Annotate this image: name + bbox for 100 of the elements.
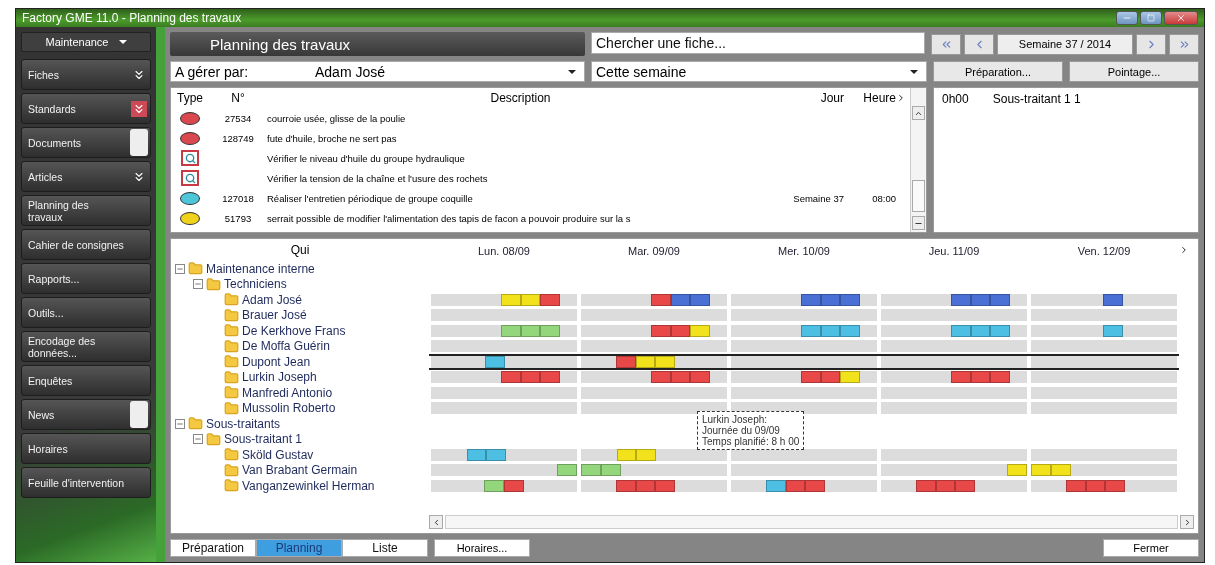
planned-block[interactable] bbox=[935, 479, 955, 492]
planned-block[interactable] bbox=[540, 371, 560, 384]
action-button[interactable]: Préparation... bbox=[933, 61, 1063, 82]
sidebar-item[interactable]: Planning des travaux bbox=[21, 195, 151, 226]
planned-block[interactable] bbox=[990, 371, 1010, 384]
minimize-button[interactable] bbox=[1116, 11, 1138, 25]
view-tab[interactable]: Planning bbox=[256, 539, 342, 557]
resource-row[interactable] bbox=[429, 354, 1179, 370]
collapse-icon[interactable] bbox=[193, 279, 203, 290]
planned-block[interactable] bbox=[916, 479, 936, 492]
planned-block[interactable] bbox=[1085, 479, 1105, 492]
planned-block[interactable] bbox=[670, 371, 690, 384]
tree-item[interactable]: Mussolin Roberto bbox=[242, 401, 336, 416]
scroll-thumb[interactable] bbox=[912, 180, 925, 212]
tree-item[interactable]: Maintenance interne bbox=[206, 261, 315, 276]
sidebar-item[interactable]: Enquêtes bbox=[21, 365, 151, 396]
planned-block[interactable] bbox=[635, 355, 655, 368]
planned-block[interactable] bbox=[485, 355, 505, 368]
planned-block[interactable] bbox=[955, 479, 975, 492]
manager-dropdown[interactable]: A gérer par: Adam José bbox=[170, 61, 585, 82]
close-window-button[interactable]: Fermer bbox=[1103, 539, 1199, 557]
planned-block[interactable] bbox=[820, 293, 840, 306]
tree-item[interactable]: Lurkin Joseph bbox=[242, 370, 317, 385]
tree-item[interactable]: Brauer José bbox=[242, 308, 307, 323]
sidebar-item[interactable]: Fiches bbox=[21, 59, 151, 90]
planned-block[interactable] bbox=[504, 479, 524, 492]
planned-block[interactable] bbox=[951, 371, 971, 384]
planned-block[interactable] bbox=[520, 371, 540, 384]
planned-block[interactable] bbox=[840, 293, 860, 306]
tree-item[interactable]: Vanganzewinkel Herman bbox=[242, 478, 375, 493]
planned-block[interactable] bbox=[801, 293, 821, 306]
scroll-right-icon[interactable] bbox=[1180, 515, 1194, 529]
planned-block[interactable] bbox=[635, 479, 655, 492]
tree-item[interactable]: De Moffa Guérin bbox=[242, 339, 330, 354]
tree-item[interactable]: De Kerkhove Frans bbox=[242, 323, 346, 338]
close-button[interactable] bbox=[1164, 11, 1198, 25]
planned-block[interactable] bbox=[501, 371, 521, 384]
sidebar-item[interactable]: Outils... bbox=[21, 297, 151, 328]
previous-week-button[interactable] bbox=[964, 33, 994, 55]
planned-block[interactable] bbox=[655, 479, 675, 492]
search-field[interactable]: Chercher une fiche... bbox=[591, 32, 925, 54]
planned-block[interactable] bbox=[951, 293, 971, 306]
view-tab[interactable]: Préparation bbox=[170, 539, 256, 557]
sidebar-item[interactable]: Horaires bbox=[21, 433, 151, 464]
resource-row[interactable] bbox=[429, 478, 1179, 494]
sidebar-item[interactable]: Cahier de consignes bbox=[21, 229, 151, 260]
next-week-button[interactable] bbox=[1136, 33, 1166, 55]
collapse-icon[interactable] bbox=[175, 263, 185, 274]
scroll-up-icon[interactable] bbox=[912, 106, 925, 120]
planned-block[interactable] bbox=[785, 479, 805, 492]
planned-block[interactable] bbox=[540, 293, 560, 306]
action-button[interactable]: Pointage... bbox=[1069, 61, 1199, 82]
planned-block[interactable] bbox=[1066, 479, 1086, 492]
tree-item[interactable]: Sous-traitant 1 bbox=[224, 432, 303, 447]
sidebar-item[interactable]: Articles bbox=[21, 161, 151, 192]
tree-item[interactable]: Manfredi Antonio bbox=[242, 385, 333, 400]
maximize-button[interactable] bbox=[1140, 11, 1162, 25]
sidebar-item[interactable]: Encodage des données... bbox=[21, 331, 151, 362]
sidebar-item[interactable]: Feuille d'intervention bbox=[21, 467, 151, 498]
planned-block[interactable] bbox=[820, 371, 840, 384]
planned-block[interactable] bbox=[651, 293, 671, 306]
view-tab[interactable]: Liste bbox=[342, 539, 428, 557]
tree-item[interactable]: Adam José bbox=[242, 292, 303, 307]
planned-block[interactable] bbox=[616, 479, 636, 492]
planned-block[interactable] bbox=[655, 355, 675, 368]
scrollbar[interactable] bbox=[910, 88, 926, 232]
planned-block[interactable] bbox=[690, 371, 710, 384]
planned-block[interactable] bbox=[651, 371, 671, 384]
resource-row[interactable] bbox=[429, 369, 1179, 385]
planned-block[interactable] bbox=[805, 479, 825, 492]
tree-item[interactable]: Dupont Jean bbox=[242, 354, 311, 369]
first-week-button[interactable] bbox=[931, 33, 961, 55]
sidebar-item[interactable]: Rapports... bbox=[21, 263, 151, 294]
horizontal-scrollbar[interactable] bbox=[445, 515, 1178, 529]
planned-block[interactable] bbox=[801, 371, 821, 384]
planned-block[interactable] bbox=[670, 293, 690, 306]
resource-row[interactable] bbox=[429, 292, 1179, 308]
tree-item[interactable]: Sous-traitants bbox=[206, 416, 281, 431]
planned-block[interactable] bbox=[970, 371, 990, 384]
planned-block[interactable] bbox=[690, 293, 710, 306]
module-dropdown[interactable]: Maintenance bbox=[21, 32, 151, 52]
scroll-left-icon[interactable] bbox=[429, 515, 443, 529]
period-dropdown[interactable]: Cette semaine bbox=[591, 61, 927, 82]
scroll-down-icon[interactable] bbox=[912, 216, 925, 230]
last-week-button[interactable] bbox=[1169, 33, 1199, 55]
planned-block[interactable] bbox=[990, 293, 1010, 306]
collapse-icon[interactable] bbox=[193, 434, 203, 445]
sidebar-item[interactable]: News bbox=[21, 399, 151, 430]
tree-item[interactable]: Sköld Gustav bbox=[242, 447, 314, 462]
planned-block[interactable] bbox=[651, 324, 671, 337]
planned-block[interactable] bbox=[1105, 479, 1125, 492]
planned-block[interactable] bbox=[1103, 293, 1123, 306]
tree-item[interactable]: Techniciens bbox=[224, 277, 287, 292]
planned-block[interactable] bbox=[970, 293, 990, 306]
tree-item[interactable]: Van Brabant Germain bbox=[242, 463, 358, 478]
sidebar-item[interactable]: Documents bbox=[21, 127, 151, 158]
collapse-icon[interactable] bbox=[175, 418, 185, 429]
schedule-button[interactable]: Horaires... bbox=[434, 539, 530, 557]
sidebar-item[interactable]: Standards bbox=[21, 93, 151, 124]
planned-block[interactable] bbox=[670, 324, 690, 337]
